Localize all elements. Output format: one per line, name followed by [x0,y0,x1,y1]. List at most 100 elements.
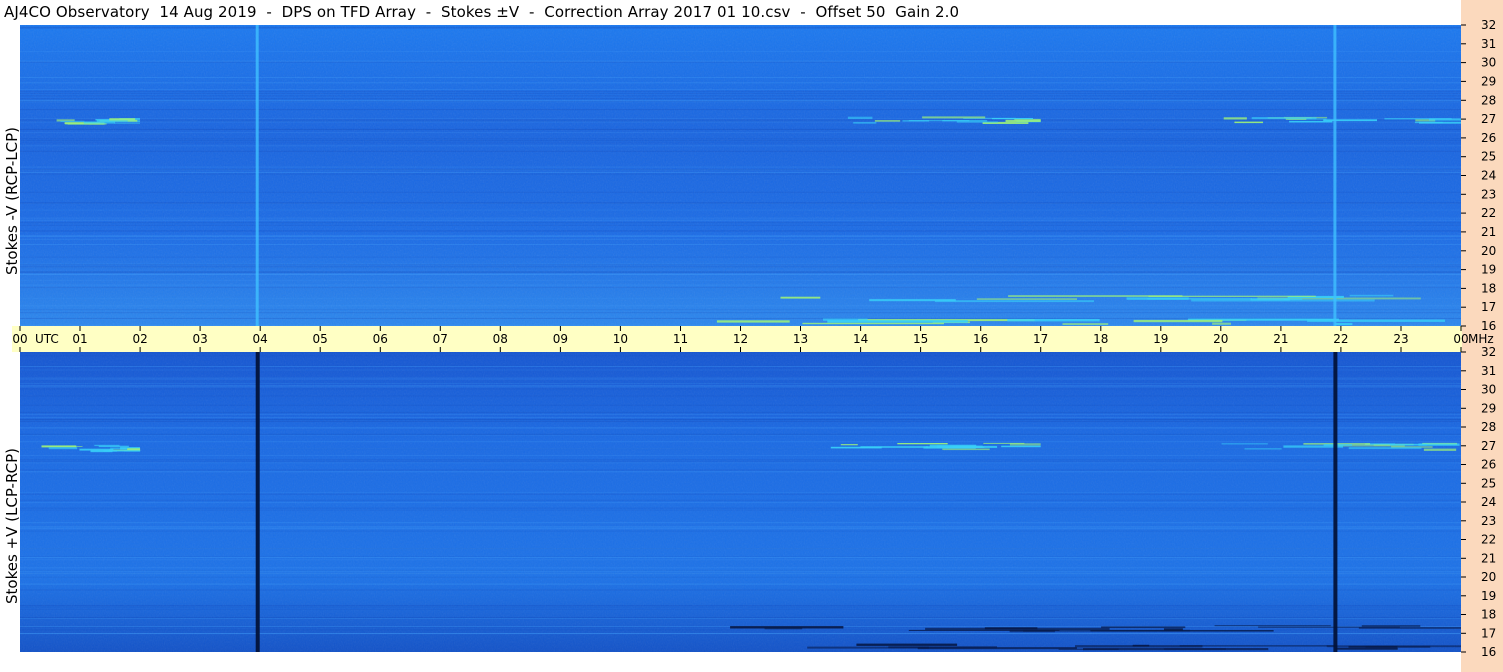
emission-band [1348,447,1422,450]
emission-band [1005,119,1041,122]
y-tick-label: 22 [1481,206,1496,220]
y-tick-label: 18 [1481,281,1496,295]
emission-band [1214,625,1331,627]
vertical-line [1333,352,1338,652]
y-tick-label: 16 [1481,319,1496,333]
vertical-line [1333,25,1337,326]
emission-band [956,121,998,123]
x-tick-label: 17 [1033,332,1048,346]
y-tick-label: 31 [1481,364,1496,378]
y-tick-label: 26 [1481,458,1496,472]
x-tick-label: 16 [973,332,988,346]
y-tick-label: 21 [1481,225,1496,239]
y-tick-label: 32 [1481,345,1496,359]
x-tick-label: 12 [733,332,748,346]
emission-band [110,447,127,450]
emission-band [1251,117,1317,120]
x-tick-label: 21 [1273,332,1288,346]
noise-texture [20,25,1461,326]
x-tick-label: 00 [12,332,27,346]
bottom-spectrogram-panel [20,352,1461,652]
emission-band [807,646,929,649]
emission-band [856,643,958,646]
emission-band [103,450,141,452]
emission-band [942,448,990,451]
noise-texture [20,352,1461,652]
emission-band [1423,448,1457,451]
y-tick-label: 29 [1481,401,1496,415]
emission-band [897,443,948,445]
emission-band [1148,295,1316,297]
emission-band [1179,645,1337,647]
emission-band [917,647,1077,650]
y-tick-label: 19 [1481,589,1496,603]
emission-band [1250,298,1290,301]
x-tick-label: 11 [673,332,688,346]
emission-band [1429,118,1461,121]
emission-band [109,118,136,121]
x-tick-label: 03 [192,332,207,346]
y-tick-label: 27 [1481,112,1496,126]
emission-band [764,627,803,630]
emission-band [1001,445,1041,448]
y-unit-label: MHz [1468,332,1494,346]
y-tick-label: 25 [1481,476,1496,490]
y-tick-label: 18 [1481,608,1496,622]
emission-band [1212,322,1231,325]
emission-band [45,446,83,447]
x-tick-label: 06 [373,332,388,346]
x-tick-label: 20 [1213,332,1228,346]
x-tick-label: 02 [132,332,147,346]
y-tick-label: 23 [1481,514,1496,528]
emission-band [60,120,85,122]
emission-band [860,446,928,448]
emission-band [1062,323,1109,325]
emission-band [1009,629,1055,633]
emission-band [1348,645,1398,648]
vertical-line [255,25,259,326]
y-tick-label: 26 [1481,131,1496,145]
y-tick-label: 24 [1481,495,1496,509]
emission-band [1133,319,1223,323]
x-unit-label: UTC [35,332,59,346]
x-tick-label: 00 [1453,332,1468,346]
x-tick-label: 08 [493,332,508,346]
y-tick-label: 20 [1481,244,1496,258]
y-tick-label: 22 [1481,533,1496,547]
y-tick-label: 16 [1481,645,1496,659]
emission-band [1335,647,1398,650]
y-tick-label: 27 [1481,439,1496,453]
emission-band [1147,298,1252,300]
y-tick-label: 23 [1481,187,1496,201]
y-tick-label: 24 [1481,169,1496,183]
emission-band [1101,626,1186,629]
x-tick-label: 01 [72,332,87,346]
y-tick-label: 19 [1481,263,1496,277]
x-tick-label: 09 [553,332,568,346]
emission-band [1349,294,1394,297]
emission-band [983,442,1025,444]
vertical-line [255,352,260,652]
emission-band [127,448,141,451]
emission-band [1164,628,1183,631]
x-tick-label: 10 [613,332,628,346]
x-tick-label: 05 [313,332,328,346]
emission-band [827,320,968,323]
emission-band [48,447,78,450]
x-tick-label: 19 [1153,332,1168,346]
emission-band [1361,625,1421,627]
emission-band [847,116,873,119]
y-tick-label: 32 [1481,18,1496,32]
x-tick-label: 13 [793,332,808,346]
x-tick-label: 18 [1093,332,1108,346]
y-tick-label: 30 [1481,383,1496,397]
y-tick-label: 21 [1481,551,1496,565]
emission-band [853,122,877,124]
y-tick-label: 17 [1481,300,1496,314]
emission-band [934,300,1094,303]
emission-band [716,320,790,323]
emission-band [802,322,944,325]
emission-band [1389,443,1427,446]
y-tick-label: 28 [1481,93,1496,107]
y-tick-label: 29 [1481,74,1496,88]
